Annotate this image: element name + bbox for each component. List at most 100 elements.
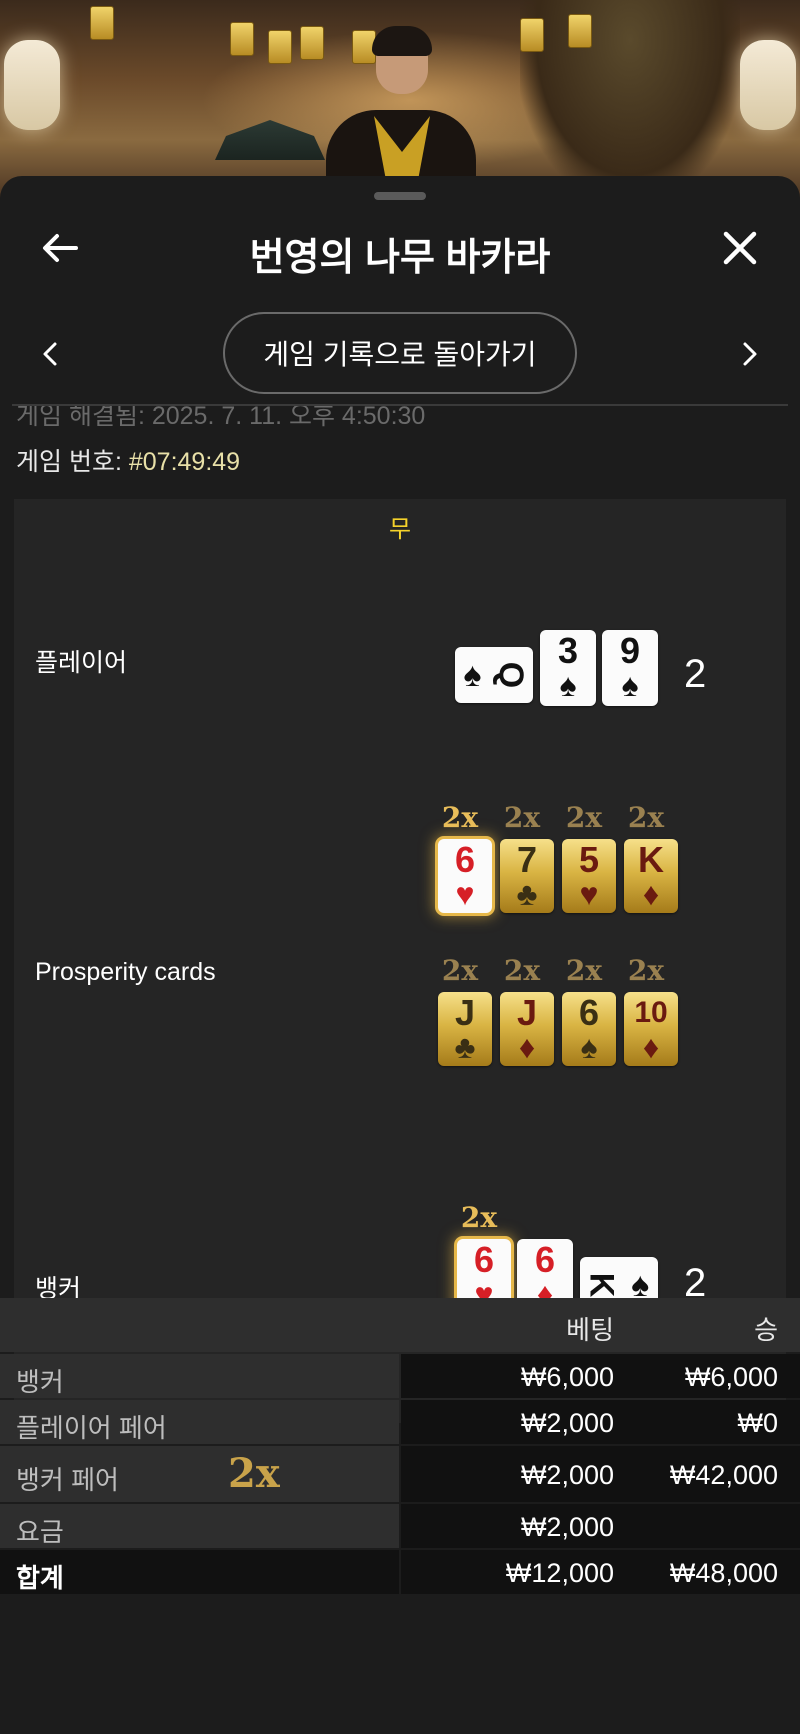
hanging-card-deco	[568, 14, 592, 48]
total-label: 합계	[16, 1563, 64, 1593]
bet-name: 뱅커 페어	[16, 1465, 119, 1495]
chevron-right-icon[interactable]	[728, 332, 772, 376]
prosperity-multiplier: 2x	[565, 801, 603, 834]
bet-amount: ₩2,000	[520, 1512, 614, 1542]
total-bet-amount: ₩12,000	[505, 1558, 614, 1588]
prosperity-card-7: 6 ♠	[562, 992, 616, 1066]
lantern-right	[740, 40, 796, 130]
lantern-left	[4, 40, 60, 130]
card-rank: 9	[619, 630, 641, 671]
card-rank: 5	[578, 839, 600, 880]
card-rank: 6	[534, 1239, 556, 1280]
player-label: 플레이어	[35, 649, 128, 677]
bet-amount: ₩2,000	[520, 1460, 614, 1490]
close-icon[interactable]	[716, 224, 764, 272]
player-total: 2	[684, 652, 707, 696]
card-suit: ♦	[518, 1029, 536, 1065]
card-rank: 10	[634, 996, 668, 1029]
bet-multiplier: 2x	[228, 1450, 280, 1497]
game-number: 게임 번호: #07:49:49	[16, 442, 240, 478]
outcome-label: 무	[388, 516, 412, 543]
card-suit: ♦	[642, 1029, 660, 1065]
card-suit: ♥	[455, 876, 475, 912]
card-rank: 7	[516, 839, 538, 880]
dealer	[326, 26, 476, 200]
game-settled-time: 게임 해결됨: 2025. 7. 11. 오후 4:50:30	[16, 406, 426, 430]
card-suit: ♠	[631, 1266, 650, 1304]
prosperity-multiplier: 2x	[503, 954, 541, 987]
card-suit: ♥	[579, 876, 599, 912]
bet-name: 플레이어 페어	[16, 1413, 167, 1443]
player-card-2: 3 ♠	[540, 630, 596, 706]
bet-amount: ₩2,000	[520, 1408, 614, 1438]
hanging-card-deco	[520, 18, 544, 52]
prosperity-card-8: 10 ♦	[624, 992, 678, 1066]
bet-name: 요금	[16, 1517, 64, 1547]
bet-row-banker-pair: 뱅커 페어 2x ₩2,000 ₩42,000	[0, 1446, 800, 1502]
bet-row-player-pair: 플레이어 페어 ₩2,000 ₩0	[0, 1400, 800, 1444]
win-amount: ₩42,000	[669, 1460, 778, 1490]
card-rank: J	[454, 992, 476, 1033]
prosperity-multiplier: 2x	[441, 801, 479, 834]
player-card-3: 9 ♠	[602, 630, 658, 706]
chevron-left-icon[interactable]	[28, 332, 72, 376]
hanging-card-deco	[300, 26, 324, 60]
back-to-history-button[interactable]: 게임 기록으로 돌아가기	[223, 312, 577, 394]
card-suit: ♣	[454, 1029, 476, 1065]
win-amount: ₩0	[737, 1408, 779, 1438]
back-arrow-icon[interactable]	[36, 224, 84, 272]
round-result-panel: 무 플레이어 ♠ Q 3 ♠ 9 ♠ 2 Prosperity cards 2x…	[14, 499, 786, 1423]
prosperity-card-4: K ♦	[624, 839, 678, 913]
win-amount: ₩6,000	[684, 1362, 778, 1392]
bet-amount: ₩6,000	[520, 1362, 614, 1392]
card-rank: J	[516, 992, 538, 1033]
card-rank: 6	[473, 1239, 495, 1280]
prosperity-card-3: 5 ♥	[562, 839, 616, 913]
card-rank: K	[638, 839, 664, 880]
card-rank: 6	[454, 839, 476, 880]
game-number-value: #07:49:49	[128, 448, 241, 476]
hanging-card-deco	[230, 22, 254, 56]
game-details-sheet: 번영의 나무 바카라 게임 기록으로 돌아가기 게임 해결됨: 2025. 7.…	[0, 176, 800, 1734]
prosperity-multiplier: 2x	[627, 954, 665, 987]
win-column-header: 승	[754, 1315, 778, 1345]
card-rank: Q	[492, 661, 531, 689]
bet-row-total: 합계 ₩12,000 ₩48,000	[0, 1550, 800, 1594]
card-suit: ♠	[621, 667, 639, 703]
game-navigation: 게임 기록으로 돌아가기	[0, 312, 800, 396]
card-suit: ♦	[642, 876, 660, 912]
bet-row-fee: 요금 ₩2,000	[0, 1504, 800, 1548]
prosperity-card-2: 7 ♣	[500, 839, 554, 913]
prosperity-multiplier: 2x	[627, 801, 665, 834]
banker-card-multiplier: 2x	[460, 1201, 498, 1234]
prosperity-card-1: 6 ♥	[438, 839, 492, 913]
card-suit: ♣	[516, 876, 538, 912]
card-rank: K	[582, 1272, 621, 1298]
video-tree	[520, 0, 740, 200]
prosperity-multiplier: 2x	[503, 801, 541, 834]
card-suit: ♠	[580, 1029, 598, 1065]
card-rank: 6	[578, 992, 600, 1033]
total-win-amount: ₩48,000	[669, 1558, 778, 1588]
bets-table: 베팅 승 뱅커 ₩6,000 ₩6,000 플레이어 페어 ₩2,000 ₩0 …	[0, 1298, 800, 1594]
drag-handle[interactable]	[374, 192, 426, 200]
prosperity-cards-label: Prosperity cards	[35, 958, 216, 986]
prosperity-card-6: J ♦	[500, 992, 554, 1066]
live-video-backdrop	[0, 0, 800, 200]
bets-table-header: 베팅 승	[0, 1298, 800, 1352]
bet-row-banker: 뱅커 ₩6,000 ₩6,000	[0, 1354, 800, 1398]
card-rank: 3	[557, 630, 579, 671]
game-number-label: 게임 번호:	[16, 448, 122, 476]
player-card-1: ♠ Q	[455, 647, 533, 703]
prosperity-card-5: J ♣	[438, 992, 492, 1066]
prosperity-multiplier: 2x	[565, 954, 603, 987]
bet-column-header: 베팅	[566, 1315, 614, 1345]
hanging-card-deco	[90, 6, 114, 40]
page-title: 번영의 나무 바카라	[249, 237, 551, 279]
card-suit: ♠	[559, 667, 577, 703]
prosperity-multiplier: 2x	[441, 954, 479, 987]
hanging-card-deco	[268, 30, 292, 64]
card-suit: ♠	[463, 656, 482, 694]
sheet-header: 번영의 나무 바카라	[0, 212, 800, 284]
bet-name: 뱅커	[16, 1367, 64, 1397]
